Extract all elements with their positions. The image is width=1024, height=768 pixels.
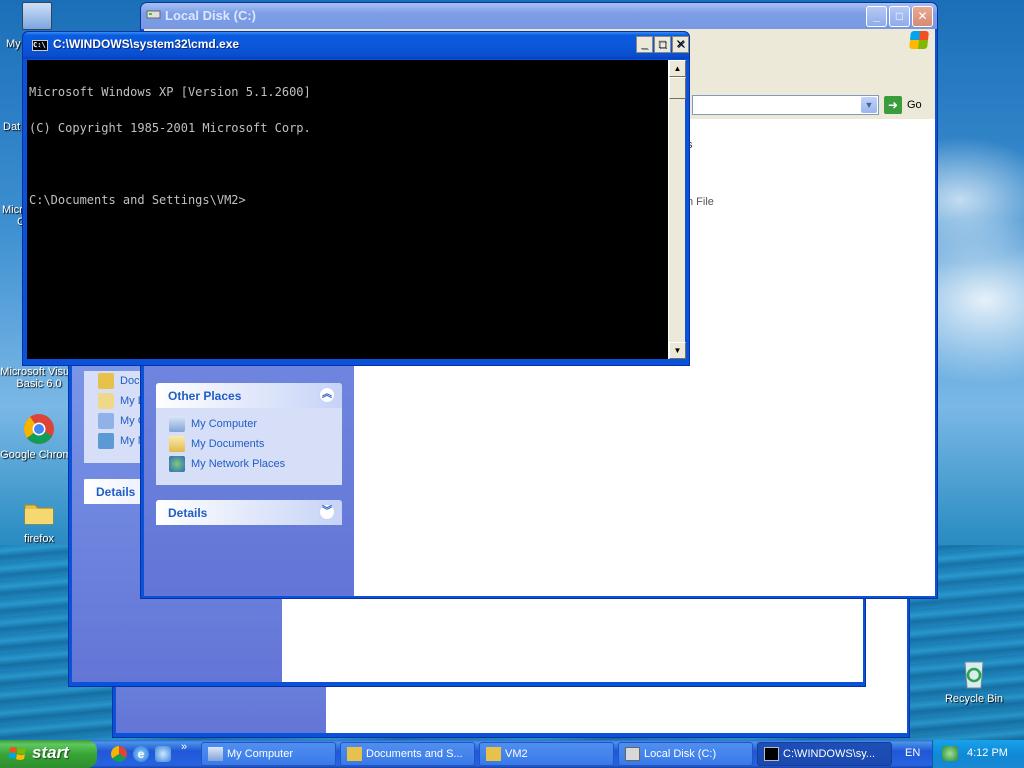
my-documents-icon (169, 436, 185, 452)
partial-content-text: h File (687, 196, 714, 208)
folder-icon (24, 504, 54, 525)
console-output[interactable]: Microsoft Windows XP [Version 5.1.2600] … (27, 60, 668, 359)
chrome-icon (24, 414, 54, 444)
cmd-close-button[interactable]: ✕ (672, 36, 689, 53)
desktop-label-my-computer-partial: My (6, 38, 21, 50)
internet-explorer-icon[interactable]: e (133, 746, 149, 762)
windows-flag-icon (9, 747, 26, 760)
folder-icon (347, 747, 362, 761)
cmd-title: C:\WINDOWS\system32\cmd.exe (53, 37, 240, 51)
my-documents-icon (98, 393, 114, 409)
my-computer-icon (98, 413, 114, 429)
my-computer-icon (208, 747, 223, 761)
details-header[interactable]: Details ︾ (156, 500, 342, 525)
my-computer-link: My Computer (191, 418, 258, 430)
other-places-box: Other Places ︽ My Computer My Documents … (156, 383, 342, 485)
go-button[interactable]: ➜ Go (884, 96, 934, 115)
my-network-places-link: My Network Places (191, 458, 286, 470)
maximize-button[interactable]: □ (889, 6, 910, 27)
chevron-up-icon[interactable]: ︽ (319, 387, 335, 403)
local-disk-title-bar[interactable]: Local Disk (C:) _ □ ✕ (141, 3, 937, 29)
scroll-down-button[interactable]: ▼ (669, 342, 686, 359)
outlook-icon[interactable] (155, 746, 171, 762)
cmd-icon: C:\ (32, 40, 48, 51)
drive-icon (146, 8, 161, 20)
desktop-icon-visual-basic[interactable]: Microsoft Visual Basic 6.0 (0, 366, 78, 390)
language-indicator[interactable]: EN (905, 747, 920, 759)
chrome-label: Google Chrome (0, 449, 78, 461)
address-dropdown-button[interactable]: ▼ (861, 97, 877, 113)
recycle-bin-label: Recycle Bin (944, 693, 1004, 705)
system-tray: 4:12 PM (932, 740, 1024, 768)
start-label: start (32, 743, 69, 762)
scroll-up-button[interactable]: ▲ (669, 60, 686, 77)
desktop-label-data-partial: Dat (3, 121, 21, 133)
other-places-network[interactable]: My Network Places (156, 454, 342, 474)
local-disk-title: Local Disk (C:) (165, 8, 257, 23)
task-documents-and-settings[interactable]: Documents and S... (340, 742, 475, 766)
other-places-my-documents[interactable]: My Documents (156, 434, 342, 454)
go-arrow-icon: ➜ (884, 96, 902, 114)
cmd-minimize-button[interactable]: _ (636, 36, 653, 53)
windows-logo-icon (909, 31, 929, 49)
task-vm2[interactable]: VM2 (479, 742, 614, 766)
other-places-title: Other Places (168, 389, 242, 403)
desktop-icon-firefox-folder[interactable]: firefox (0, 496, 78, 545)
visual-basic-label: Microsoft Visual Basic 6.0 (0, 366, 78, 390)
back-content-area (282, 599, 863, 682)
other-places-my-computer[interactable]: My Computer (156, 414, 342, 434)
my-computer-icon (169, 416, 185, 432)
task-label: VM2 (505, 748, 528, 760)
recycle-bin-icon (964, 661, 984, 689)
taskbar: start e » My Computer Documents and S...… (0, 740, 1024, 768)
console-prompt: C:\Documents and Settings\VM2> (29, 193, 246, 207)
cmd-icon (764, 747, 779, 761)
console-line: Microsoft Windows XP [Version 5.1.2600] (29, 85, 311, 99)
task-label: My Computer (227, 748, 294, 760)
details-title: Details (168, 506, 208, 520)
console-scrollbar[interactable]: ▲ ▼ (668, 60, 686, 359)
details-box: Details ︾ (156, 500, 342, 525)
folder-icon (98, 373, 114, 389)
my-documents-link: My Documents (191, 438, 265, 450)
task-label: Documents and S... (366, 748, 463, 760)
cmd-maximize-button[interactable]: □ (654, 36, 671, 53)
close-button[interactable]: ✕ (912, 6, 933, 27)
task-label: C:\WINDOWS\sy... (783, 748, 876, 760)
clock[interactable]: 4:12 PM (967, 747, 1008, 759)
task-label: Local Disk (C:) (644, 748, 717, 760)
minimize-button[interactable]: _ (866, 6, 887, 27)
go-label: Go (907, 99, 922, 111)
quick-launch-chevron[interactable]: » (181, 741, 187, 753)
cmd-title-bar[interactable]: C:\ C:\WINDOWS\system32\cmd.exe _ □ ✕ (23, 32, 689, 59)
my-computer-desktop-icon[interactable] (22, 2, 52, 30)
console-line: (C) Copyright 1985-2001 Microsoft Corp. (29, 121, 311, 135)
folder-icon (486, 747, 501, 761)
address-bar[interactable]: ▼ (692, 95, 879, 115)
drive-icon (625, 747, 640, 761)
network-places-icon (98, 433, 114, 449)
other-places-header[interactable]: Other Places ︽ (156, 383, 342, 408)
task-my-computer[interactable]: My Computer (201, 742, 336, 766)
task-local-disk[interactable]: Local Disk (C:) (618, 742, 753, 766)
firefox-label: firefox (24, 533, 54, 545)
network-places-icon (169, 456, 185, 472)
back-details-title: Details (96, 485, 136, 499)
scroll-thumb[interactable] (669, 77, 686, 99)
start-button[interactable]: start (0, 740, 97, 768)
chrome-icon[interactable] (111, 746, 127, 762)
task-cmd[interactable]: C:\WINDOWS\sy... (757, 742, 892, 766)
chevron-down-icon[interactable]: ︾ (319, 504, 335, 520)
desktop-icon-recycle-bin[interactable]: Recycle Bin (935, 656, 1013, 705)
network-tray-icon[interactable] (942, 746, 958, 761)
desktop-icon-chrome[interactable]: Google Chrome (0, 412, 78, 461)
